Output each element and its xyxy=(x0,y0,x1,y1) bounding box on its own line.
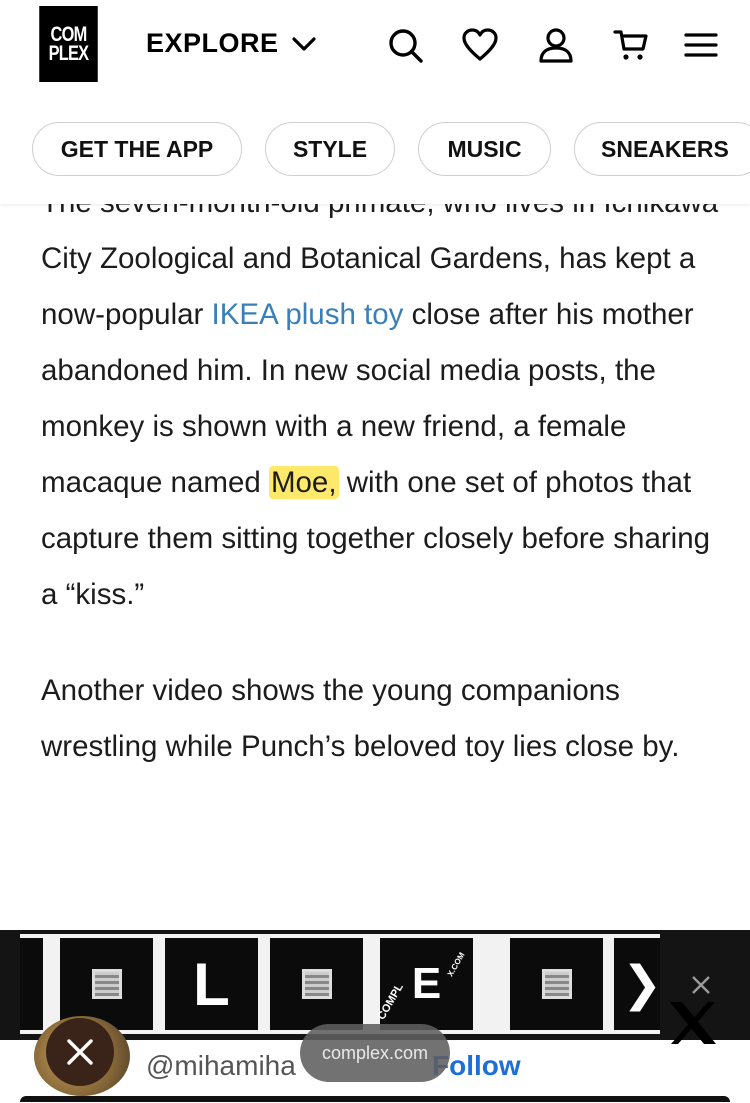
article-body: The seven-month-old primate, who lives i… xyxy=(41,175,721,775)
cart-icon xyxy=(613,30,648,60)
account-button[interactable] xyxy=(537,26,575,64)
ad-small-text: X.COM xyxy=(445,950,467,979)
complex-logo[interactable]: COM PLEX xyxy=(39,6,98,82)
chevron-down-icon xyxy=(291,36,316,51)
ad-tile-letter: E COMPL X.COM xyxy=(376,938,473,1030)
bag-icon xyxy=(91,969,122,999)
menu-icon xyxy=(684,33,718,57)
pill-music[interactable]: MUSIC xyxy=(418,122,551,176)
pill-style[interactable]: STYLE xyxy=(265,122,395,176)
search-icon xyxy=(389,29,423,63)
pill-sneakers[interactable]: SNEAKERS xyxy=(574,122,750,176)
bag-icon xyxy=(301,969,332,999)
explore-menu-button[interactable]: EXPLORE xyxy=(146,28,317,59)
pill-label: SNEAKERS xyxy=(601,135,729,162)
ikea-plush-toy-link[interactable]: IKEA plush toy xyxy=(212,298,404,331)
ad-tile-strip[interactable]: L E COMPL X.COM ❯ xyxy=(20,934,660,1034)
ad-tile-letter: L xyxy=(165,938,258,1030)
pill-get-the-app[interactable]: GET THE APP xyxy=(32,122,242,176)
bag-icon xyxy=(541,969,572,999)
embed-close-button[interactable] xyxy=(46,1018,114,1086)
ad-tile xyxy=(510,938,603,1030)
menu-button[interactable] xyxy=(682,26,720,64)
ad-tile xyxy=(270,938,363,1030)
bottom-edge xyxy=(20,1096,730,1102)
site-header: COM PLEX EXPLORE xyxy=(0,0,750,96)
explore-label: EXPLORE xyxy=(146,28,279,58)
ad-tile xyxy=(20,938,43,1030)
domain-text: complex.com xyxy=(321,1042,429,1063)
ad-letter: E xyxy=(411,959,442,1008)
embed-handle[interactable]: @mihamiha xyxy=(146,1050,296,1082)
pill-label: MUSIC xyxy=(447,135,522,162)
article-paragraph: Another video shows the young companions… xyxy=(41,663,721,775)
ad-close-button[interactable] xyxy=(690,974,712,996)
pill-label: GET THE APP xyxy=(60,135,214,162)
ad-letter: L xyxy=(193,950,230,1018)
close-icon xyxy=(692,976,710,994)
heart-icon xyxy=(462,28,498,61)
search-button[interactable] xyxy=(386,26,424,64)
logo-text-bottom: PLEX xyxy=(48,42,89,65)
ad-small-text: COMPL xyxy=(375,981,406,1022)
cart-button[interactable] xyxy=(612,26,650,64)
user-icon xyxy=(539,28,573,63)
domain-indicator: complex.com xyxy=(300,1024,450,1082)
highlighted-text: Moe, xyxy=(268,466,339,499)
favorites-button[interactable] xyxy=(461,26,499,64)
paragraph-text: Another video shows the young companions… xyxy=(41,674,680,763)
article-paragraph: The seven-month-old primate, who lives i… xyxy=(41,175,721,623)
chevron-right-icon: ❯ xyxy=(622,958,660,1011)
x-logo-icon xyxy=(668,1000,718,1046)
category-nav: GET THE APP STYLE MUSIC SNEAKERS xyxy=(0,96,750,204)
pill-label: STYLE xyxy=(292,135,368,162)
ad-tile-arrow: ❯ xyxy=(614,938,660,1030)
close-icon xyxy=(67,1039,93,1065)
